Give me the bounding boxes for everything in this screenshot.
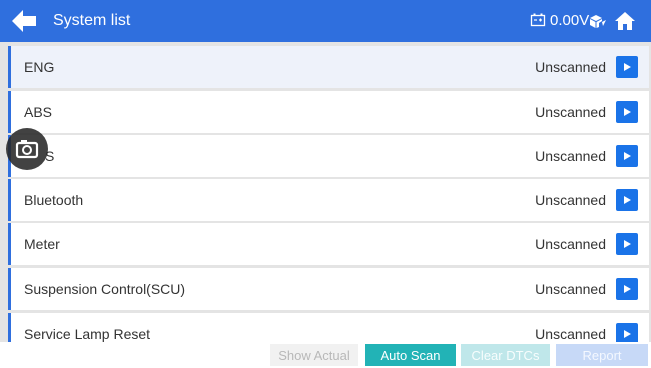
system-name: Bluetooth xyxy=(24,192,84,208)
play-arrow-icon[interactable] xyxy=(616,189,638,211)
scan-status: Unscanned xyxy=(535,192,606,208)
list-item[interactable]: ENG Unscanned xyxy=(8,46,649,88)
system-name: Suspension Control(SCU) xyxy=(24,281,186,297)
list-item[interactable]: Meter Unscanned xyxy=(8,223,649,265)
play-arrow-icon[interactable] xyxy=(616,56,638,78)
list-item[interactable]: Suspension Control(SCU) Unscanned xyxy=(8,268,649,310)
play-arrow-icon[interactable] xyxy=(616,323,638,342)
battery-icon xyxy=(530,12,546,28)
page-title: System list xyxy=(53,12,131,29)
back-arrow-icon[interactable] xyxy=(10,8,38,34)
list-item[interactable]: S Unscanned xyxy=(8,135,649,177)
system-name: ABS xyxy=(24,104,53,120)
system-list: ENG Unscanned ABS Unscanned S Unscanned … xyxy=(0,42,651,342)
play-arrow-icon[interactable] xyxy=(616,101,638,123)
play-arrow-icon[interactable] xyxy=(616,233,638,255)
auto-scan-button[interactable]: Auto Scan xyxy=(365,344,456,366)
system-name: Service Lamp Reset xyxy=(24,326,151,342)
scan-status: Unscanned xyxy=(535,148,606,164)
camera-icon[interactable] xyxy=(6,128,48,170)
home-icon[interactable] xyxy=(614,10,636,32)
report-button[interactable]: Report xyxy=(556,344,648,366)
clear-dtcs-button[interactable]: Clear DTCs xyxy=(461,344,550,366)
show-actual-button[interactable]: Show Actual xyxy=(270,344,358,366)
top-bar: System list 0.00V xyxy=(0,0,651,42)
vci-connection-icon xyxy=(588,11,608,31)
play-arrow-icon[interactable] xyxy=(616,145,638,167)
system-name: Meter xyxy=(24,236,60,252)
scan-status: Unscanned xyxy=(535,104,606,120)
system-name: ENG xyxy=(24,59,55,75)
scan-status: Unscanned xyxy=(535,59,606,75)
scan-status: Unscanned xyxy=(535,326,606,342)
list-item[interactable]: Service Lamp Reset Unscanned xyxy=(8,313,649,342)
scan-status: Unscanned xyxy=(535,281,606,297)
play-arrow-icon[interactable] xyxy=(616,278,638,300)
action-bar: Show Actual Auto Scan Clear DTCs Report xyxy=(0,342,651,368)
voltage-readout: 0.00V xyxy=(550,12,590,29)
scan-status: Unscanned xyxy=(535,236,606,252)
list-item[interactable]: ABS Unscanned xyxy=(8,91,649,133)
list-item[interactable]: Bluetooth Unscanned xyxy=(8,179,649,221)
